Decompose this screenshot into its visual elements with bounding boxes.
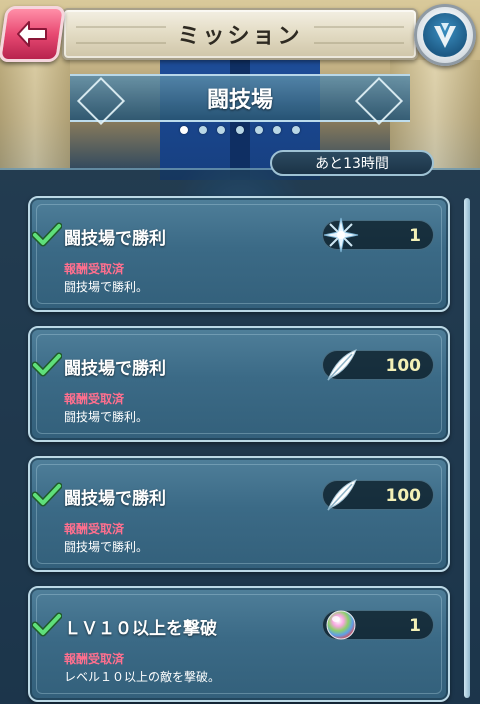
reward-box: 1 bbox=[322, 217, 434, 253]
check-icon bbox=[32, 482, 62, 507]
hero-merit-star-icon bbox=[321, 215, 361, 255]
mission-title: 闘技場で勝利 bbox=[64, 359, 166, 379]
mission-description: 闘技場で勝利。 bbox=[64, 280, 149, 294]
page-dot-6[interactable] bbox=[273, 126, 282, 134]
reward-box: 100 bbox=[322, 479, 434, 511]
reward-quantity: 1 bbox=[409, 226, 421, 246]
page-dot-2[interactable] bbox=[198, 126, 207, 134]
reward-quantity: 100 bbox=[385, 356, 422, 376]
mission-title: 闘技場で勝利 bbox=[64, 489, 166, 509]
status-badge: 報酬受取済 bbox=[64, 522, 125, 536]
header: ミッション bbox=[0, 0, 480, 72]
reward-quantity: 1 bbox=[409, 616, 421, 636]
background-pillar-left bbox=[0, 60, 70, 170]
page-dot-5[interactable] bbox=[254, 126, 263, 134]
check-icon bbox=[32, 352, 62, 377]
check-icon bbox=[32, 222, 62, 247]
status-badge: 報酬受取済 bbox=[64, 262, 125, 276]
reward-quantity: 100 bbox=[385, 486, 422, 506]
mission-category-selector[interactable]: 闘技場 bbox=[70, 74, 410, 122]
orb-icon bbox=[321, 605, 361, 645]
page-indicator bbox=[180, 126, 300, 136]
time-remaining-text: あと13時間 bbox=[315, 156, 389, 172]
scrollbar-thumb[interactable] bbox=[464, 198, 470, 698]
back-button[interactable] bbox=[0, 6, 66, 62]
menu-emblem-button[interactable] bbox=[414, 4, 476, 66]
mission-description: 闘技場で勝利。 bbox=[64, 410, 149, 424]
check-icon bbox=[32, 612, 62, 637]
page-dot-1[interactable] bbox=[180, 126, 188, 134]
status-badge: 報酬受取済 bbox=[64, 652, 125, 666]
status-badge: 報酬受取済 bbox=[64, 392, 125, 406]
mission-card[interactable]: 闘技場で勝利 報酬受取済 闘技場で勝利。 100 bbox=[28, 456, 450, 572]
mission-title: ＬＶ１０以上を撃破 bbox=[64, 619, 217, 639]
feather-icon bbox=[321, 345, 361, 385]
title-ornament-left bbox=[76, 26, 166, 44]
mission-title: 闘技場で勝利 bbox=[64, 229, 166, 249]
reward-box: 1 bbox=[322, 610, 434, 640]
time-remaining-badge: あと13時間 bbox=[270, 150, 434, 176]
mission-card[interactable]: ＬＶ１０以上を撃破 報酬受取済 レベル１０以上の敵を撃破。 1 bbox=[28, 586, 450, 702]
back-arrow-icon bbox=[17, 21, 47, 47]
feh-emblem-icon bbox=[423, 13, 467, 57]
title-plate: ミッション bbox=[62, 8, 418, 60]
page-dot-4[interactable] bbox=[235, 126, 244, 134]
page-dot-7[interactable] bbox=[291, 126, 300, 134]
category-title: 闘技場 bbox=[206, 88, 273, 113]
page-title: ミッション bbox=[177, 24, 303, 49]
title-ornament-right bbox=[314, 26, 404, 44]
mission-description: レベル１０以上の敵を撃破。 bbox=[64, 670, 221, 684]
feather-icon bbox=[321, 475, 361, 515]
reward-box: 100 bbox=[322, 349, 434, 381]
page-dot-3[interactable] bbox=[217, 126, 226, 134]
mission-list: 闘技場で勝利 報酬受取済 闘技場で勝利。 1 闘技場で勝利 報酬受取済 闘技場で… bbox=[28, 196, 450, 704]
mission-card[interactable]: 闘技場で勝利 報酬受取済 闘技場で勝利。 100 bbox=[28, 326, 450, 442]
mission-description: 闘技場で勝利。 bbox=[64, 540, 149, 554]
mission-card[interactable]: 闘技場で勝利 報酬受取済 闘技場で勝利。 1 bbox=[28, 196, 450, 312]
